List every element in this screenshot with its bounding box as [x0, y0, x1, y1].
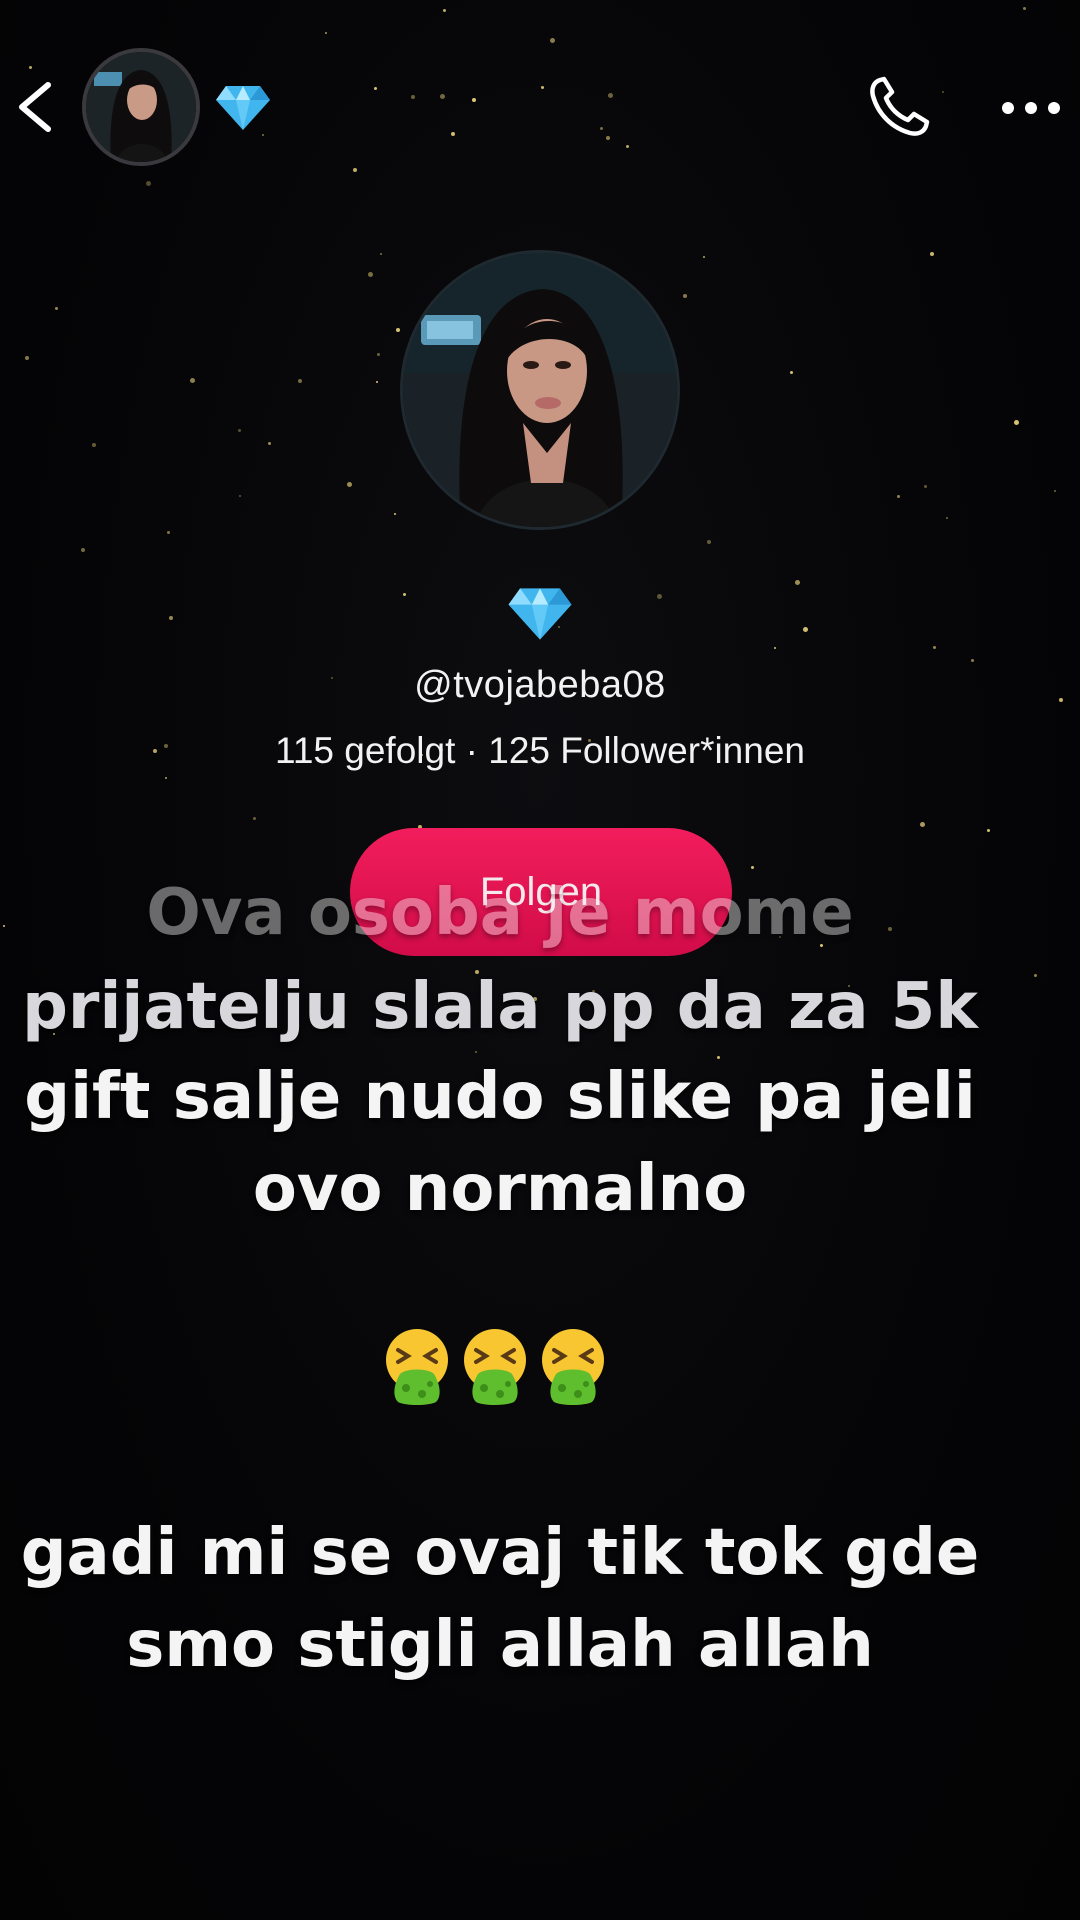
- avatar-photo: [403, 253, 677, 527]
- star-dot: [897, 495, 900, 498]
- chevron-left-icon: [19, 82, 51, 132]
- more-horizontal-icon: [1002, 102, 1060, 114]
- star-dot: [55, 307, 58, 310]
- star-dot: [403, 593, 406, 596]
- vomiting-face-emoji-row: [380, 1326, 620, 1406]
- star-dot: [167, 531, 170, 534]
- star-dot: [25, 356, 29, 360]
- star-dot: [707, 540, 711, 544]
- star-dot: [920, 822, 925, 827]
- follow-stats[interactable]: 115 gefolgt · 125 Follower*innen: [0, 730, 1080, 772]
- vomiting-face-icon: [542, 1329, 604, 1405]
- star-dot: [774, 647, 776, 649]
- star-dot: [165, 777, 167, 779]
- back-button[interactable]: [10, 75, 60, 139]
- star-dot: [751, 866, 754, 869]
- caption-line: smo stigli allah allah: [126, 1608, 874, 1682]
- star-dot: [683, 294, 687, 298]
- star-dot: [92, 443, 96, 447]
- star-dot: [657, 594, 662, 599]
- avatar-photo: [86, 52, 196, 162]
- star-dot: [790, 371, 793, 374]
- star-dot: [169, 616, 173, 620]
- vomiting-face-icon: [464, 1329, 526, 1405]
- star-dot: [475, 1051, 477, 1053]
- star-dot: [396, 328, 400, 332]
- caption-line: Ova osoba je mome: [146, 876, 854, 950]
- star-dot: [190, 378, 195, 383]
- star-dot: [239, 495, 241, 497]
- star-dot: [347, 482, 352, 487]
- phone-icon: [870, 76, 930, 136]
- star-dot: [1014, 420, 1019, 425]
- username: @tvojabeba08: [414, 664, 666, 706]
- star-dot: [368, 272, 373, 277]
- star-dot: [238, 429, 241, 432]
- call-button[interactable]: [866, 74, 932, 140]
- vomiting-face-icon: [386, 1329, 448, 1405]
- star-dot: [1034, 974, 1037, 977]
- caption-line: prijatelju slala pp da za 5k: [22, 970, 978, 1044]
- star-dot: [253, 817, 256, 820]
- star-dot: [1054, 490, 1056, 492]
- caption-line: gift salje nudo slike pa jeli: [24, 1060, 976, 1134]
- diamond-icon: [506, 586, 574, 642]
- star-dot: [394, 513, 396, 515]
- star-dot: [930, 252, 934, 256]
- star-dot: [971, 659, 974, 662]
- profile-screen: @tvojabeba08 115 gefolgt · 125 Follower*…: [0, 0, 1080, 1920]
- star-dot: [703, 256, 705, 258]
- caption-line: ovo normalno: [252, 1152, 748, 1226]
- diamond-icon: [214, 84, 272, 132]
- star-dot: [377, 353, 380, 356]
- star-dot: [924, 485, 927, 488]
- star-dot: [946, 517, 948, 519]
- star-dot: [268, 442, 271, 445]
- star-dot: [81, 548, 85, 552]
- star-dot: [987, 829, 990, 832]
- header-avatar[interactable]: [82, 48, 200, 166]
- caption-line: gadi mi se ovaj tik tok gde: [20, 1516, 980, 1590]
- star-dot: [795, 580, 800, 585]
- star-dot: [380, 253, 382, 255]
- star-dot: [298, 379, 302, 383]
- star-dot: [376, 381, 378, 383]
- top-bar: [0, 0, 1080, 210]
- profile-avatar[interactable]: [400, 250, 680, 530]
- star-dot: [803, 627, 808, 632]
- star-dot: [933, 646, 936, 649]
- more-options-button[interactable]: [1000, 94, 1062, 122]
- star-dot: [717, 1056, 720, 1059]
